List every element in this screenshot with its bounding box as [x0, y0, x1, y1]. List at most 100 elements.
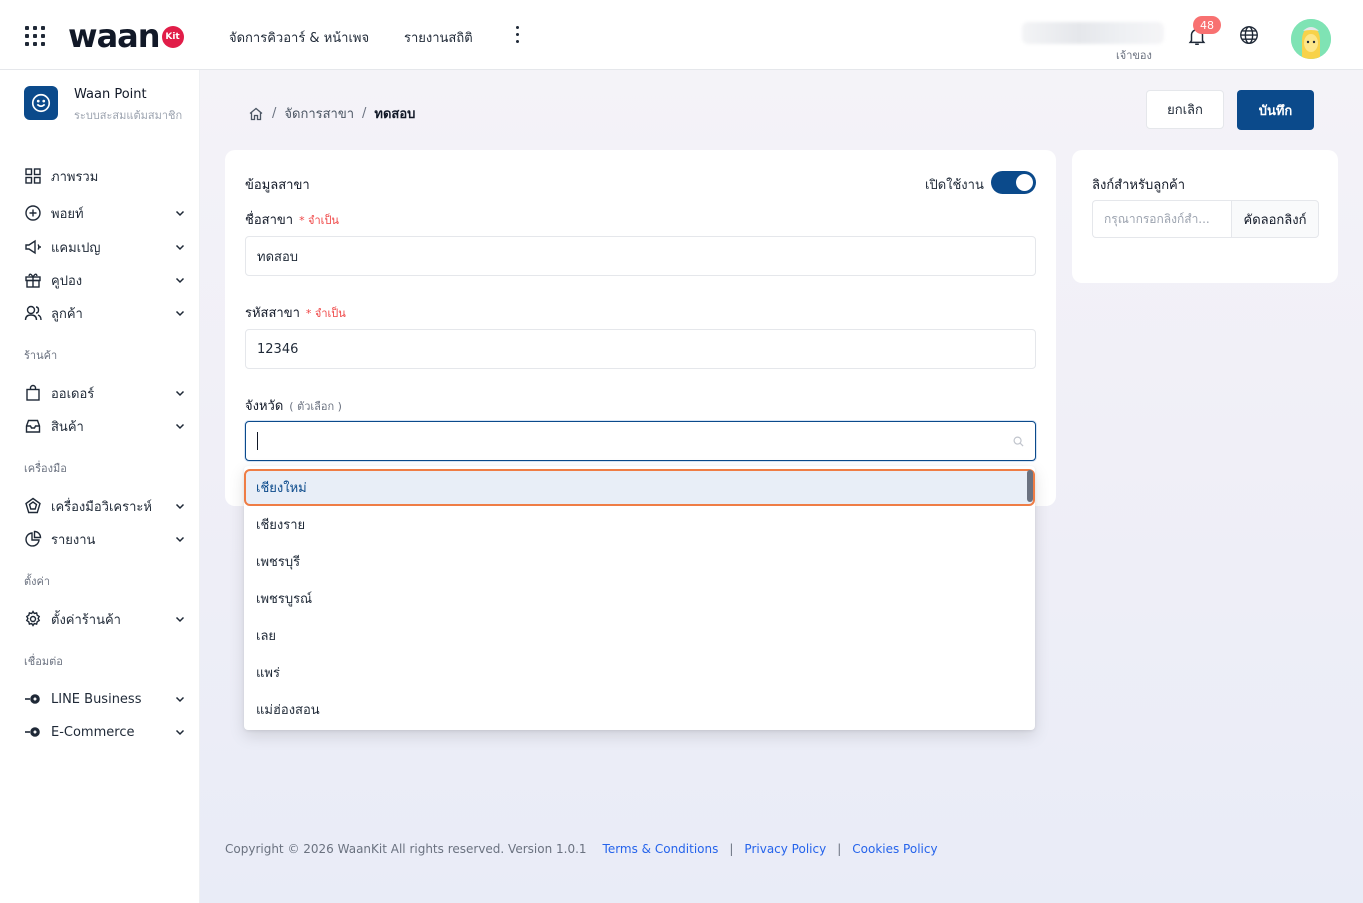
required-marker: * จำเป็น: [299, 214, 339, 227]
field-label-text: ชื่อสาขา: [245, 213, 294, 228]
active-toggle[interactable]: [991, 171, 1036, 194]
chevron-down-icon: [175, 616, 185, 623]
sidebar-item-reports[interactable]: รายงาน: [24, 527, 186, 551]
brand-title: Waan Point: [74, 87, 147, 102]
breadcrumb: / จัดการสาขา / ทดสอบ: [248, 103, 415, 124]
province-option[interactable]: เชียงใหม่: [244, 469, 1035, 506]
breadcrumb-separator: /: [272, 106, 277, 121]
save-button[interactable]: บันทึก: [1237, 90, 1314, 130]
input-value: 12346: [257, 341, 299, 357]
notification-badge: 48: [1193, 16, 1221, 34]
sidebar-item-products[interactable]: สินค้า: [24, 414, 186, 438]
privacy-link[interactable]: Privacy Policy: [744, 842, 826, 856]
brand-subtitle: ระบบสะสมแต้มสมาชิก: [74, 109, 183, 122]
sidebar-item-label: คูปอง: [51, 273, 83, 289]
terms-link[interactable]: Terms & Conditions: [603, 842, 719, 856]
breadcrumb-parent[interactable]: จัดการสาขา: [284, 103, 354, 124]
section-label-settings: ตั้งค่า: [24, 575, 51, 588]
province-option[interactable]: แพร่: [244, 654, 1035, 691]
branch-code-input[interactable]: 12346: [245, 329, 1036, 369]
sidebar-item-label: E-Commerce: [51, 724, 135, 740]
breadcrumb-separator: /: [362, 106, 367, 121]
province-label: จังหวัด ( ตัวเลือก ): [245, 395, 342, 416]
brand[interactable]: Waan Point ระบบสะสมแต้มสมาชิก: [24, 86, 182, 122]
province-option[interactable]: แม่ฮ่องสอน: [244, 691, 1035, 728]
section-label-shop: ร้านค้า: [24, 349, 58, 362]
user-role: เจ้าของ: [1116, 49, 1152, 62]
bag-icon: [26, 384, 40, 401]
chevron-down-icon: [175, 696, 185, 703]
province-option[interactable]: เพชรบูรณ์: [244, 580, 1035, 617]
globe-icon[interactable]: [1238, 24, 1260, 46]
text-caret: [257, 432, 258, 450]
input-value: ทดสอบ: [257, 249, 299, 265]
megaphone-icon: [25, 239, 41, 255]
chevron-down-icon: [175, 729, 185, 736]
smile-icon: [24, 86, 58, 120]
sidebar-item-label: แคมเปญ: [51, 240, 101, 256]
branch-code-label: รหัสสาขา * จำเป็น: [245, 302, 346, 323]
sidebar-item-shop-settings[interactable]: ตั้งค่าร้านค้า: [24, 607, 186, 631]
logo-badge: Kit: [161, 26, 184, 48]
field-label-text: จังหวัด: [245, 399, 284, 414]
more-icon[interactable]: [516, 26, 520, 46]
section-label-tools: เครื่องมือ: [24, 462, 67, 475]
customer-link-card: ลิงก์สำหรับลูกค้า กรุณากรอกลิงก์สำ... คั…: [1072, 150, 1338, 283]
home-icon[interactable]: [248, 106, 264, 122]
sidebar-item-line-business[interactable]: LINE Business: [24, 687, 186, 711]
avatar-illustration-icon: [1291, 19, 1331, 59]
sidebar-item-coupon[interactable]: คูปอง: [24, 268, 186, 292]
pie-chart-icon: [25, 530, 42, 547]
province-option[interactable]: เพชรบุรี: [244, 543, 1035, 580]
active-toggle-label: เปิดใช้งาน: [925, 178, 984, 193]
sidebar-item-label: ภาพรวม: [51, 169, 99, 185]
app-grid-icon[interactable]: [25, 26, 47, 46]
cookies-link[interactable]: Cookies Policy: [852, 842, 937, 856]
footer: Copyright © 2026 WaanKit All rights rese…: [225, 842, 938, 856]
province-option[interactable]: เลย: [244, 617, 1035, 654]
inbox-icon: [25, 419, 41, 433]
chevron-down-icon: [175, 310, 185, 317]
users-icon: [24, 305, 42, 321]
province-dropdown: เชียงใหม่ เชียงราย เพชรบุรี เพชรบูรณ์ เล…: [244, 466, 1035, 730]
sidebar-item-label: ลูกค้า: [51, 306, 83, 322]
branch-name-input[interactable]: ทดสอบ: [245, 236, 1036, 276]
nav-statistics[interactable]: รายงานสถิติ: [404, 27, 473, 48]
field-label-text: รหัสสาขา: [245, 306, 300, 321]
footer-separator: |: [837, 842, 842, 856]
province-search-input[interactable]: [245, 421, 1036, 461]
breadcrumb-current: ทดสอบ: [374, 107, 416, 122]
sidebar-item-customers[interactable]: ลูกค้า: [24, 301, 186, 325]
sidebar-item-label: ออเดอร์: [51, 386, 95, 402]
user-name-blurred[interactable]: [1022, 22, 1164, 44]
chevron-down-icon: [175, 536, 185, 543]
sidebar-item-points[interactable]: พอยท์: [24, 201, 186, 225]
dropdown-scrollbar[interactable]: [1027, 470, 1033, 502]
logo-text: waan: [68, 17, 161, 55]
sidebar-item-label: รายงาน: [51, 532, 96, 548]
chevron-down-icon: [175, 390, 185, 397]
avatar[interactable]: [1291, 19, 1331, 59]
chevron-down-icon: [175, 277, 185, 284]
plug-icon: [25, 694, 40, 704]
copy-link-button[interactable]: คัดลอกลิงก์: [1231, 200, 1319, 238]
plug-icon: [25, 727, 40, 737]
search-icon: [1013, 436, 1024, 447]
logo[interactable]: waan Kit: [68, 16, 184, 56]
customer-link-input[interactable]: กรุณากรอกลิงก์สำ...: [1092, 200, 1231, 238]
cancel-button[interactable]: ยกเลิก: [1146, 90, 1224, 129]
sidebar-item-orders[interactable]: ออเดอร์: [24, 381, 186, 405]
gift-icon: [25, 273, 41, 288]
province-option[interactable]: เชียงราย: [244, 506, 1035, 543]
chevron-down-icon: [175, 244, 185, 251]
sidebar-item-ecommerce[interactable]: E-Commerce: [24, 720, 186, 744]
sidebar-item-label: ตั้งค่าร้านค้า: [51, 612, 121, 628]
chevron-down-icon: [175, 210, 185, 217]
sidebar-item-overview[interactable]: ภาพรวม: [24, 164, 186, 188]
sidebar-item-label: เครื่องมือวิเคราะห์: [51, 499, 152, 515]
sidebar-item-analytics[interactable]: เครื่องมือวิเคราะห์: [24, 494, 186, 518]
sidebar-item-campaign[interactable]: แคมเปญ: [24, 235, 186, 259]
card-title: ลิงก์สำหรับลูกค้า: [1092, 178, 1186, 193]
nav-qr-pages[interactable]: จัดการคิวอาร์ & หน้าเพจ: [229, 27, 369, 48]
top-bar: waan Kit จัดการคิวอาร์ & หน้าเพจ รายงานส…: [0, 0, 1363, 70]
